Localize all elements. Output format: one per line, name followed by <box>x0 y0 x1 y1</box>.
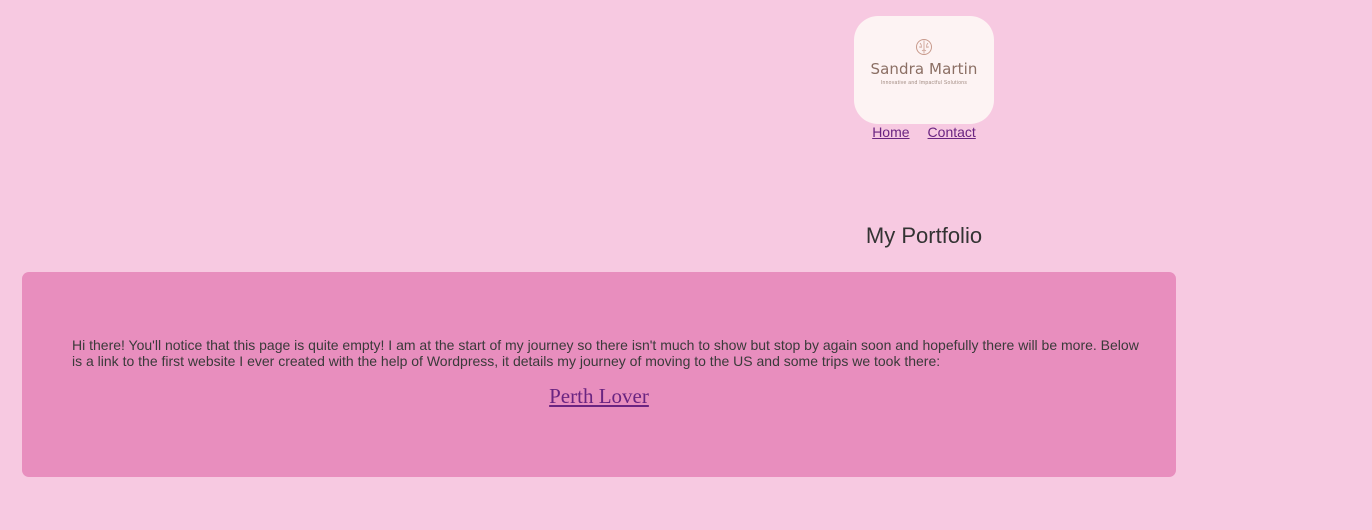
page-title: My Portfolio <box>865 223 983 248</box>
project-link-perth-lover[interactable]: Perth Lover <box>22 384 1176 409</box>
logo-name: Sandra Martin <box>870 60 978 78</box>
nav-link-contact[interactable]: Contact <box>928 124 976 140</box>
nav-link-home[interactable]: Home <box>872 124 909 140</box>
main-nav: Home Contact <box>854 124 994 140</box>
logo[interactable]: Sandra Martin Innovative and Impactful S… <box>854 16 994 124</box>
brain-icon <box>916 39 932 55</box>
intro-text: Hi there! You'll notice that this page i… <box>72 337 1139 369</box>
portfolio-panel: Hi there! You'll notice that this page i… <box>22 272 1176 477</box>
logo-tagline: Innovative and Impactful Solutions <box>880 80 968 86</box>
